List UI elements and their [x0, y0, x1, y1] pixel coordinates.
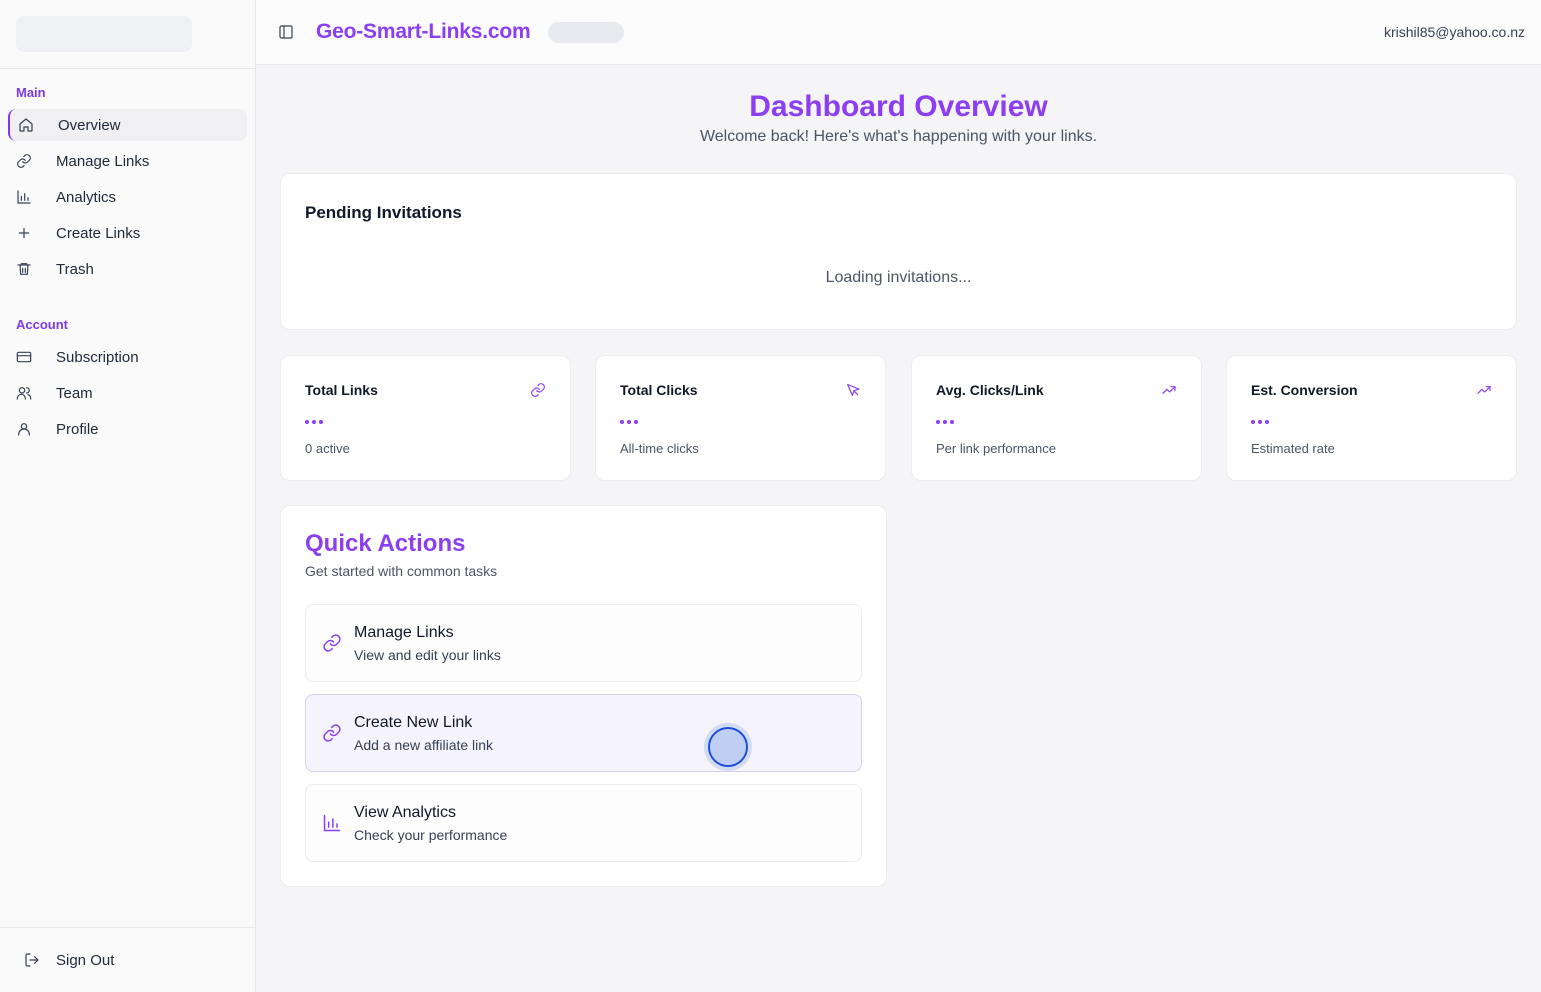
loading-dots	[305, 420, 323, 424]
stat-card-est-conversion: Est. Conversion Estimated rate	[1226, 355, 1517, 481]
logo-placeholder	[16, 16, 192, 52]
sidebar-item-trash[interactable]: Trash	[8, 253, 247, 285]
section-label-account: Account	[16, 317, 68, 332]
credit-card-icon	[16, 349, 32, 365]
sidebar: Main Overview Manage Links Analytics Cre…	[0, 0, 256, 992]
link-icon	[322, 633, 342, 653]
link-icon	[530, 382, 546, 398]
section-label-main: Main	[16, 85, 46, 100]
sidebar-toggle-button[interactable]	[278, 24, 294, 40]
quick-actions-title: Quick Actions	[305, 530, 466, 557]
stat-subtitle: Estimated rate	[1251, 441, 1335, 456]
sidebar-item-overview[interactable]: Overview	[8, 109, 247, 141]
quick-action-create-new-link[interactable]: Create New Link Add a new affiliate link	[305, 694, 862, 772]
card-title: Pending Invitations	[305, 203, 462, 222]
loading-dots	[1251, 420, 1269, 424]
stat-subtitle: 0 active	[305, 441, 350, 456]
bar-chart-icon	[16, 189, 32, 205]
action-title: View Analytics	[354, 804, 456, 821]
loading-text: Loading invitations...	[825, 269, 972, 286]
plan-badge-placeholder	[548, 22, 624, 43]
sign-out-button[interactable]: Sign Out	[16, 944, 114, 976]
page-subtitle: Welcome back! Here's what's happening wi…	[699, 128, 1098, 145]
stat-title: Est. Conversion	[1251, 382, 1358, 398]
action-description: Check your performance	[354, 827, 508, 843]
quick-action-manage-links[interactable]: Manage Links View and edit your links	[305, 604, 862, 682]
user-email[interactable]: krishil85@yahoo.co.nz	[1384, 24, 1525, 40]
divider	[0, 927, 255, 928]
mouse-pointer-icon	[845, 382, 861, 398]
trash-icon	[16, 261, 32, 277]
brand-title[interactable]: Geo-Smart-Links.com	[316, 20, 531, 44]
sidebar-item-label: Analytics	[56, 188, 117, 206]
loading-dots	[620, 420, 638, 424]
plus-icon	[16, 225, 32, 241]
sidebar-item-label: Team	[56, 384, 93, 402]
page-title: Dashboard Overview	[749, 90, 1048, 123]
trending-up-icon	[1161, 382, 1177, 398]
top-header: Geo-Smart-Links.com krishil85@yahoo.co.n…	[256, 0, 1541, 65]
stat-card-avg-clicks: Avg. Clicks/Link Per link performance	[911, 355, 1202, 481]
sidebar-item-subscription[interactable]: Subscription	[8, 341, 247, 373]
sidebar-item-label: Manage Links	[56, 152, 150, 170]
home-icon	[18, 117, 34, 133]
stat-title: Avg. Clicks/Link	[936, 382, 1044, 398]
stat-title: Total Links	[305, 382, 378, 398]
users-icon	[16, 385, 32, 401]
trending-up-icon	[1476, 382, 1492, 398]
sidebar-item-label: Create Links	[56, 224, 141, 242]
quick-actions-subtitle: Get started with common tasks	[305, 563, 498, 579]
main-content: Dashboard Overview Welcome back! Here's …	[256, 66, 1541, 992]
sign-out-label: Sign Out	[56, 951, 115, 969]
stat-subtitle: All-time clicks	[620, 441, 699, 456]
sidebar-item-label: Trash	[56, 260, 94, 278]
sidebar-item-label: Overview	[58, 116, 121, 134]
quick-actions-card: Quick Actions Get started with common ta…	[280, 505, 887, 887]
panel-left-icon	[279, 25, 293, 39]
action-title: Create New Link	[354, 714, 473, 731]
pending-invitations-card: Pending Invitations Loading invitations.…	[280, 173, 1517, 330]
action-title: Manage Links	[354, 624, 454, 641]
sidebar-item-team[interactable]: Team	[8, 377, 247, 409]
sidebar-item-manage-links[interactable]: Manage Links	[8, 145, 247, 177]
sidebar-item-label: Profile	[56, 420, 99, 438]
stat-card-total-links: Total Links 0 active	[280, 355, 571, 481]
link-icon	[16, 153, 32, 169]
sidebar-item-label: Subscription	[56, 348, 139, 366]
loading-dots	[936, 420, 954, 424]
stat-title: Total Clicks	[620, 382, 698, 398]
sidebar-item-create-links[interactable]: Create Links	[8, 217, 247, 249]
user-icon	[16, 421, 32, 437]
action-description: Add a new affiliate link	[354, 737, 494, 753]
divider	[0, 68, 255, 69]
link-icon	[322, 723, 342, 743]
stat-subtitle: Per link performance	[936, 441, 1056, 456]
stat-card-total-clicks: Total Clicks All-time clicks	[595, 355, 886, 481]
sidebar-item-profile[interactable]: Profile	[8, 413, 247, 445]
log-out-icon	[25, 953, 39, 967]
action-description: View and edit your links	[354, 647, 501, 663]
cursor-indicator	[708, 727, 748, 767]
quick-action-view-analytics[interactable]: View Analytics Check your performance	[305, 784, 862, 862]
bar-chart-icon	[322, 813, 342, 833]
sidebar-item-analytics[interactable]: Analytics	[8, 181, 247, 213]
